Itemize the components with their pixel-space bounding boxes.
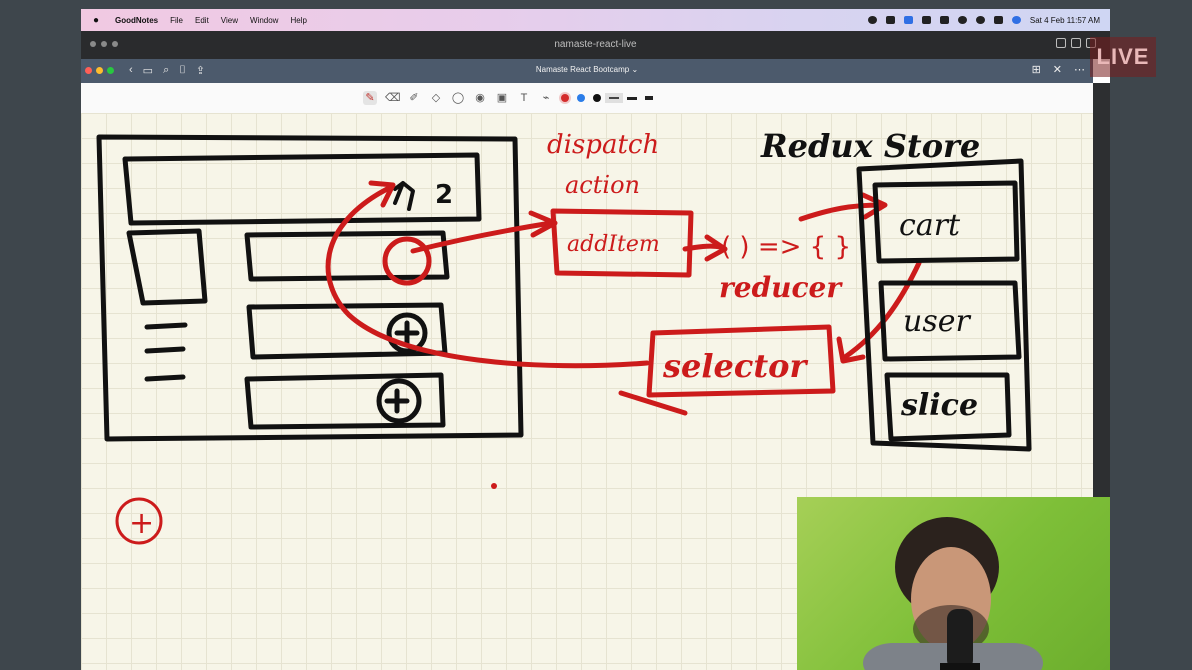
control-center-icon[interactable]: [993, 16, 1003, 24]
wifi-icon[interactable]: [957, 16, 967, 24]
status-area: Sat 4 Feb 11:57 AM: [867, 9, 1100, 31]
window-title: namaste-react-live: [554, 39, 637, 50]
layout-full-icon[interactable]: [1071, 38, 1081, 48]
cart-count-badge: 2: [435, 180, 453, 210]
pen-tool-icon[interactable]: ✎: [363, 91, 377, 105]
laser-pointer-icon[interactable]: ◉: [473, 91, 487, 105]
slice-cart-label: cart: [899, 208, 961, 243]
document-title[interactable]: Namaste React Bootcamp ⌄: [81, 65, 1093, 74]
battery-icon[interactable]: [939, 16, 949, 24]
document-actions: ⊞ ✕ ⋯: [1032, 63, 1085, 76]
app-wireframe: [96, 134, 524, 442]
reducer-function-label: ( ) => { }: [721, 232, 851, 262]
webcam-overlay: [797, 497, 1110, 670]
selector-label: selector: [662, 347, 809, 385]
image-tool-icon[interactable]: ▣: [495, 91, 509, 105]
close-icon[interactable]: ✕: [1053, 63, 1062, 76]
menu-window[interactable]: Window: [250, 16, 278, 25]
eraser-tool-icon[interactable]: ⌫: [385, 91, 401, 105]
menu-file[interactable]: File: [170, 16, 183, 25]
presenter-image: [863, 517, 1043, 670]
user-icon[interactable]: [885, 16, 895, 24]
lasso-tool-icon[interactable]: ◯: [451, 91, 465, 105]
stroke-medium-option[interactable]: [627, 96, 637, 100]
add-page-icon[interactable]: ⊞: [1032, 63, 1041, 76]
tool-bar: ✎ ⌫ ✐ ◇ ◯ ◉ ▣ T ⌁: [81, 83, 1093, 114]
menu-edit[interactable]: Edit: [195, 16, 209, 25]
action-label: action: [565, 171, 640, 199]
clock[interactable]: Sat 4 Feb 11:57 AM: [1030, 16, 1100, 25]
redux-store-heading: Redux Store: [760, 127, 980, 165]
bluetooth-icon[interactable]: [921, 16, 931, 24]
apple-menu-icon[interactable]: ●: [93, 15, 103, 26]
dispatch-label: dispatch: [547, 130, 659, 160]
live-badge: LIVE: [1090, 37, 1156, 77]
menu-help[interactable]: Help: [290, 16, 306, 25]
menu-bar: ● GoodNotes File Edit View Window Help S…: [81, 9, 1110, 31]
text-tool-icon[interactable]: T: [517, 91, 531, 105]
more-icon[interactable]: ⋯: [1074, 63, 1085, 76]
stroke-thick-option[interactable]: [645, 96, 653, 100]
slice-user-label: user: [903, 304, 971, 339]
color-red-swatch[interactable]: [561, 94, 569, 102]
goodnotes-title-bar: ‹ ▭ ⌕ ⌷ ⇪ Namaste React Bootcamp ⌄ ⊞ ✕ ⋯: [81, 59, 1093, 83]
slice-generic-label: slice: [900, 388, 978, 423]
color-black-swatch[interactable]: [593, 94, 601, 102]
add-item-label: addItem: [567, 232, 660, 257]
shapes-tool-icon[interactable]: ◇: [429, 91, 443, 105]
record-icon[interactable]: [867, 16, 877, 24]
layout-left-icon[interactable]: [1056, 38, 1066, 48]
menu-app-name[interactable]: GoodNotes: [115, 16, 158, 25]
ink-dot: [491, 483, 497, 489]
color-blue-swatch[interactable]: [577, 94, 585, 102]
highlighter-tool-icon[interactable]: ✐: [407, 91, 421, 105]
reducer-label: reducer: [719, 271, 843, 304]
window-title-bar: namaste-react-live: [81, 31, 1110, 59]
doodle-plus: +: [129, 506, 154, 541]
element-tool-icon[interactable]: ⌁: [539, 91, 553, 105]
stroke-thin-option[interactable]: [609, 97, 619, 99]
screen-share-icon[interactable]: [903, 16, 913, 24]
siri-icon[interactable]: [1011, 16, 1021, 24]
screen-capture: ● GoodNotes File Edit View Window Help S…: [81, 9, 1110, 670]
spotlight-search-icon[interactable]: [975, 16, 985, 24]
menu-view[interactable]: View: [221, 16, 238, 25]
drawing-tools: ✎ ⌫ ✐ ◇ ◯ ◉ ▣ T ⌁: [363, 87, 653, 109]
